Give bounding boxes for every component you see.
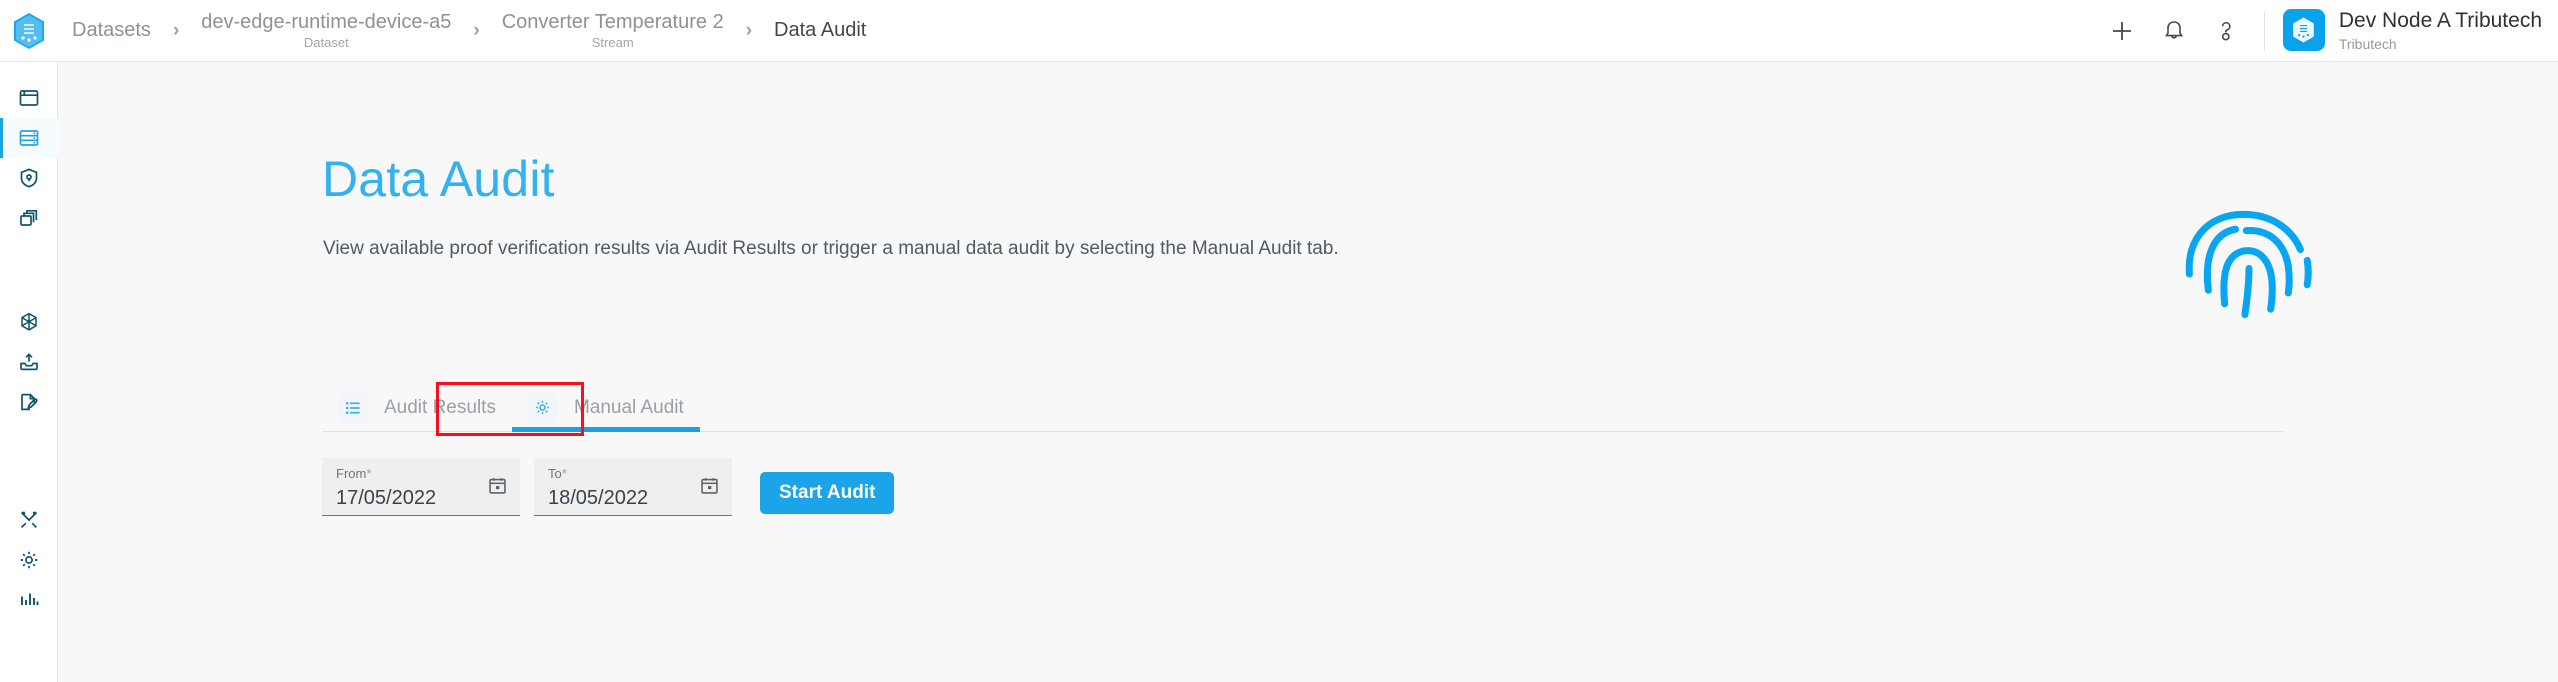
- sidebar-item-contracts[interactable]: [0, 382, 58, 422]
- upload-inbox-icon: [20, 353, 38, 371]
- layers-icon: [20, 209, 38, 226]
- tab-manual-audit[interactable]: Manual Audit: [511, 384, 700, 432]
- tributech-hexagon-logo-icon: [14, 12, 44, 49]
- tools-icon: [20, 511, 38, 529]
- breadcrumb-sublabel: Dataset: [303, 34, 349, 50]
- required-marker: *: [561, 466, 567, 481]
- list-icon: [338, 392, 368, 423]
- to-date-value: 18/05/2022: [548, 487, 649, 509]
- notifications-icon[interactable]: [2148, 0, 2200, 62]
- breadcrumb-item-stream[interactable]: Converter Temperature 2 Stream: [502, 11, 724, 51]
- header-actions: Dev Node A Tributech Tributech: [2096, 0, 2558, 62]
- header-divider: [2263, 10, 2265, 51]
- tab-label: Audit Results: [384, 396, 496, 418]
- gear-icon: [527, 392, 558, 423]
- breadcrumb-label: dev-edge-runtime-device-a5: [201, 10, 452, 33]
- shield-lock-icon: [20, 168, 38, 188]
- network-node-icon: [21, 312, 37, 331]
- sidebar-item-nodes[interactable]: [0, 302, 58, 342]
- avatar: [2282, 9, 2325, 52]
- breadcrumb-item-datasets[interactable]: Datasets: [72, 19, 151, 42]
- add-icon[interactable]: [2096, 0, 2148, 62]
- breadcrumb: Datasets › dev-edge-runtime-device-a5 Da…: [72, 0, 866, 62]
- to-date-label-text: To: [548, 466, 562, 481]
- tab-strip: Audit Results Manual Audit: [322, 384, 2284, 432]
- sidebar-item-analytics[interactable]: [0, 580, 58, 620]
- calendar-icon[interactable]: [487, 475, 508, 496]
- from-date-field[interactable]: From* 17/05/2022: [322, 458, 520, 516]
- tab-label: Manual Audit: [573, 396, 684, 418]
- breadcrumb-label: Data Audit: [774, 19, 867, 41]
- breadcrumb-separator: ›: [172, 20, 180, 41]
- sidebar-item-datasets[interactable]: [0, 118, 58, 158]
- sidebar-item-dashboard[interactable]: [0, 78, 58, 118]
- profile-name: Dev Node A Tributech: [2338, 9, 2542, 33]
- fingerprint-icon: [2159, 190, 2339, 320]
- breadcrumb-sublabel: Stream: [591, 34, 634, 50]
- document-edit-icon: [21, 393, 38, 411]
- left-sidebar: [0, 62, 58, 682]
- breadcrumb-item-current: Data Audit: [774, 19, 866, 42]
- gear-icon: [20, 551, 38, 569]
- sidebar-item-layers[interactable]: [0, 198, 58, 238]
- required-marker: *: [366, 466, 372, 481]
- page-title: Data Audit: [322, 151, 555, 207]
- breadcrumb-label: Datasets: [72, 19, 151, 41]
- tributech-hexagon-logo-icon: [2293, 17, 2315, 43]
- breadcrumb-label: Converter Temperature 2: [501, 10, 724, 33]
- database-icon: [19, 130, 39, 146]
- sidebar-item-tools[interactable]: [0, 500, 58, 540]
- window-icon: [19, 90, 39, 106]
- sidebar-item-upload[interactable]: [0, 342, 58, 382]
- main-content: Data Audit View available proof verifica…: [58, 62, 2558, 682]
- calendar-icon[interactable]: [699, 475, 720, 496]
- breadcrumb-item-dataset[interactable]: dev-edge-runtime-device-a5 Dataset: [201, 11, 451, 51]
- from-date-label: From*: [336, 467, 506, 480]
- profile-org: Tributech: [2338, 35, 2397, 52]
- sidebar-item-security[interactable]: [0, 158, 58, 198]
- tab-audit-results[interactable]: Audit Results: [322, 384, 512, 431]
- breadcrumb-separator: ›: [745, 20, 753, 41]
- audit-form: From* 17/05/2022 To* 18/05/2022 Start Au…: [322, 458, 895, 516]
- top-header: Datasets › dev-edge-runtime-device-a5 Da…: [0, 0, 2558, 62]
- sidebar-item-settings[interactable]: [0, 540, 58, 580]
- help-icon[interactable]: [2200, 0, 2252, 62]
- breadcrumb-separator: ›: [473, 20, 480, 41]
- from-date-value: 17/05/2022: [336, 487, 437, 509]
- page-description: View available proof verification result…: [323, 238, 1339, 259]
- from-date-label-text: From: [336, 466, 367, 481]
- to-date-field[interactable]: To* 18/05/2022: [534, 458, 732, 516]
- bar-chart-icon: [21, 593, 39, 605]
- start-audit-button[interactable]: Start Audit: [760, 472, 895, 514]
- to-date-label: To*: [548, 467, 718, 480]
- user-profile[interactable]: Dev Node A Tributech Tributech: [2282, 9, 2542, 52]
- app-logo[interactable]: [0, 0, 58, 62]
